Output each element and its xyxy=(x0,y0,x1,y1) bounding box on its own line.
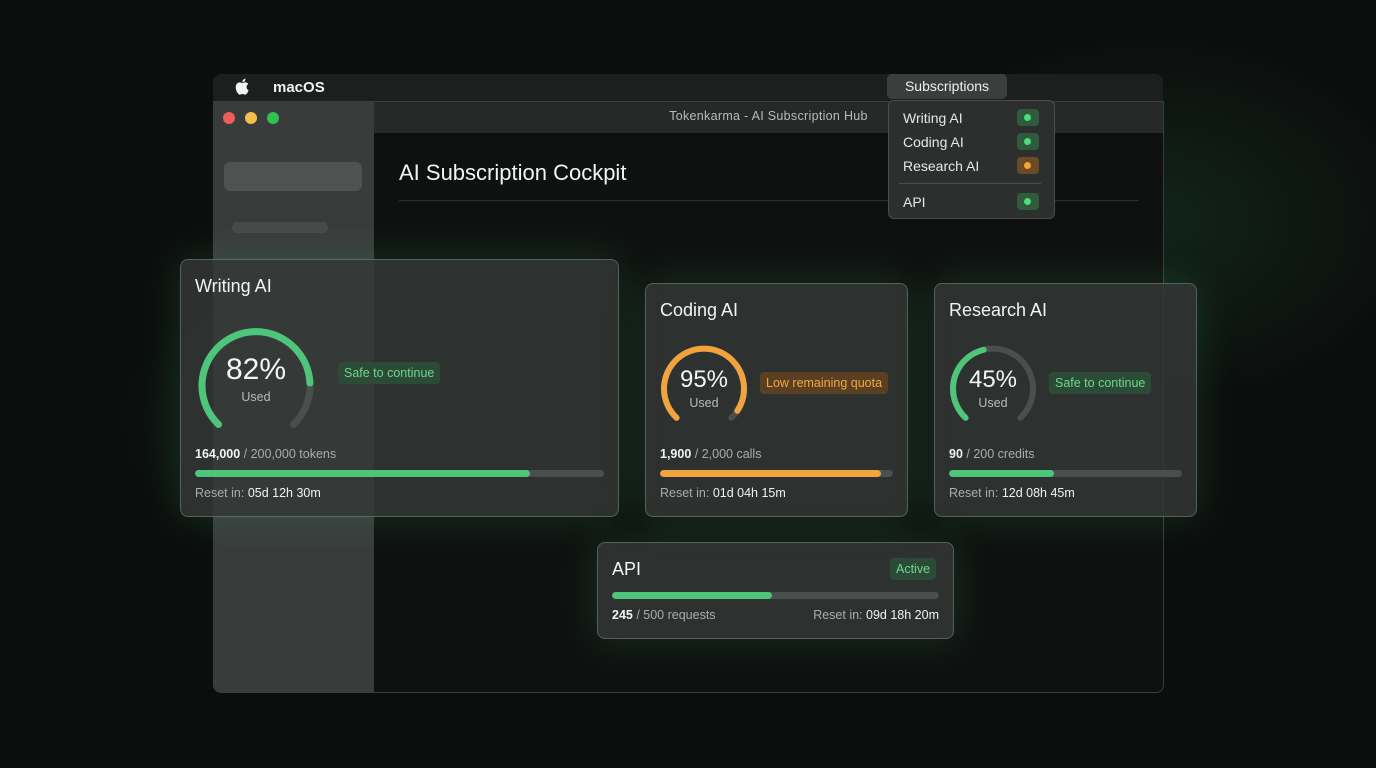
usage-progress-bar xyxy=(660,470,893,477)
status-dot-icon xyxy=(1017,109,1039,126)
progress-fill xyxy=(949,470,1054,477)
progress-fill xyxy=(612,592,773,599)
reset-label: Reset in: xyxy=(660,486,713,500)
dropdown-item-api[interactable]: API xyxy=(903,194,926,210)
status-badge: Active xyxy=(890,558,937,580)
usage-text: 164,000 / 200,000 tokens xyxy=(195,447,336,461)
usage-used: 90 xyxy=(949,447,963,461)
reset-value: 05d 12h 30m xyxy=(247,486,321,500)
reset-timer: Reset in: 09d 18h 20m xyxy=(813,608,939,622)
usage-text: 1,900 / 2,000 calls xyxy=(660,447,761,461)
card-research-ai[interactable]: Research AI 45% Used Safe to continue 90… xyxy=(934,283,1197,517)
dropdown-item-coding[interactable]: Coding AI xyxy=(903,134,964,150)
usage-text: 90 / 200 credits xyxy=(949,447,1034,461)
status-badge: Low remaining quota xyxy=(760,372,889,394)
progress-fill xyxy=(660,470,882,477)
card-title: Writing AI xyxy=(195,276,272,296)
subscriptions-menu[interactable]: Subscriptions xyxy=(887,74,1007,99)
gauge-percent: 82% xyxy=(225,353,287,386)
menu-os-label[interactable]: macOS xyxy=(273,79,325,96)
reset-timer: Reset in: 01d 04h 15m xyxy=(660,486,786,500)
progress-fill xyxy=(195,470,531,477)
page-title: AI Subscription Cockpit xyxy=(399,160,627,185)
usage-text: 245 / 500 requests xyxy=(612,608,716,622)
reset-label: Reset in: xyxy=(949,486,1002,500)
zoom-window-button[interactable] xyxy=(267,112,279,124)
reset-value: 09d 18h 20m xyxy=(866,608,939,622)
usage-progress-bar xyxy=(612,592,939,599)
usage-total: / 2,000 calls xyxy=(691,447,762,461)
usage-used: 164,000 xyxy=(195,447,241,461)
usage-gauge: 45% Used xyxy=(946,339,1040,424)
dropdown-item-writing[interactable]: Writing AI xyxy=(903,110,963,126)
reset-label: Reset in: xyxy=(195,486,248,500)
status-dot-icon xyxy=(1017,193,1039,210)
menu-bar: macOS Subscriptions xyxy=(213,74,1163,101)
status-badge: Safe to continue xyxy=(338,362,441,384)
status-dot-icon xyxy=(1017,157,1039,174)
card-title: API xyxy=(612,559,642,579)
usage-progress-bar xyxy=(949,470,1182,477)
reset-timer: Reset in: 12d 08h 45m xyxy=(949,486,1075,500)
card-coding-ai[interactable]: Coding AI 95% Used Low remaining quota 1… xyxy=(645,283,908,517)
card-api[interactable]: API Active 245 / 500 requests Reset in: … xyxy=(597,542,954,639)
status-dot-icon xyxy=(1017,133,1039,150)
card-title: Research AI xyxy=(949,300,1048,320)
sidebar-placeholder-item[interactable] xyxy=(224,162,362,191)
apple-logo-icon[interactable] xyxy=(235,78,249,95)
dropdown-item-research[interactable]: Research AI xyxy=(903,158,979,174)
reset-timer: Reset in: 05d 12h 30m xyxy=(195,486,321,500)
gauge-percent: 95% xyxy=(679,366,729,393)
card-writing-ai[interactable]: Writing AI 82% Used Safe to continue 164… xyxy=(180,259,619,517)
usage-total: / 500 requests xyxy=(632,608,716,622)
subscriptions-dropdown: Writing AI Coding AI Research AI API xyxy=(888,100,1055,219)
usage-progress-bar xyxy=(195,470,604,477)
usage-total: / 200,000 tokens xyxy=(240,447,337,461)
status-badge: Safe to continue xyxy=(1049,372,1152,394)
reset-value: 01d 04h 15m xyxy=(712,486,786,500)
gauge-label: Used xyxy=(241,390,271,404)
reset-label: Reset in: xyxy=(813,608,867,622)
gauge-percent: 45% xyxy=(968,366,1018,393)
usage-total: / 200 credits xyxy=(962,447,1035,461)
usage-used: 245 xyxy=(612,608,633,622)
minimize-window-button[interactable] xyxy=(245,112,257,124)
card-title: Coding AI xyxy=(660,300,739,320)
sidebar-placeholder-line xyxy=(232,222,328,233)
dropdown-divider xyxy=(899,183,1041,184)
gauge-label: Used xyxy=(978,396,1008,410)
gauge-label: Used xyxy=(689,396,719,410)
usage-gauge: 82% Used xyxy=(194,315,318,430)
reset-value: 12d 08h 45m xyxy=(1001,486,1075,500)
usage-gauge: 95% Used xyxy=(657,339,751,424)
usage-used: 1,900 xyxy=(660,447,692,461)
close-window-button[interactable] xyxy=(223,112,235,124)
